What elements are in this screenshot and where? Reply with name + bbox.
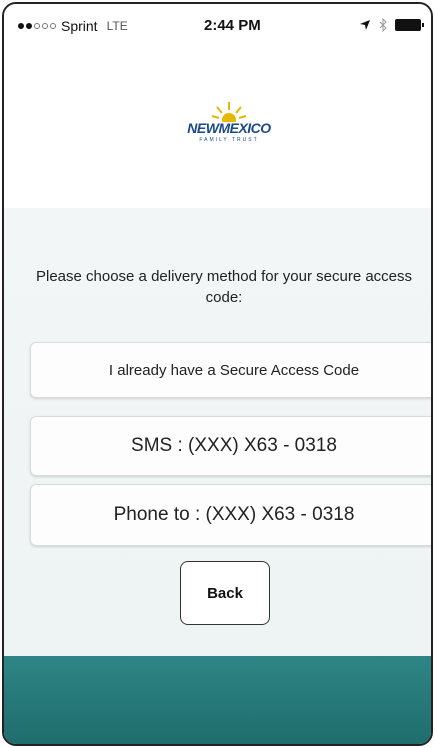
battery-icon: [395, 19, 424, 31]
carrier-name: Sprint: [61, 18, 98, 34]
back-button[interactable]: Back: [180, 561, 270, 625]
status-left: Sprint LTE: [18, 18, 128, 34]
sun-logo-icon: [211, 102, 247, 122]
footer-bar: [4, 656, 431, 744]
main-content: Please choose a delivery method for your…: [4, 208, 431, 628]
delivery-method-prompt: Please choose a delivery method for your…: [35, 268, 413, 306]
existing-code-button[interactable]: I already have a Secure Access Code: [30, 342, 431, 398]
logo-subtext: FAMILY TRUST: [199, 137, 259, 143]
status-right: [359, 18, 424, 32]
status-bar: Sprint LTE 2:44 PM: [4, 4, 431, 48]
bluetooth-icon: [379, 18, 387, 32]
phone-delivery-button[interactable]: Phone to : (XXX) X63 - 0318: [30, 484, 431, 546]
status-time: 2:44 PM: [204, 17, 261, 34]
sms-delivery-button[interactable]: SMS : (XXX) X63 - 0318: [30, 416, 431, 476]
location-arrow-icon: [360, 20, 370, 30]
network-type: LTE: [106, 19, 128, 33]
brand-logo: NEWMEXICO FAMILY TRUST: [184, 100, 274, 160]
signal-strength-icon: [18, 23, 56, 29]
phone-frame: Sprint LTE 2:44 PM NEWMEXICO FAMILY TRUS…: [2, 2, 433, 746]
footer-spacer: [4, 628, 431, 656]
header-area: NEWMEXICO FAMILY TRUST: [4, 48, 431, 208]
logo-text: NEWMEXICO: [187, 120, 271, 136]
